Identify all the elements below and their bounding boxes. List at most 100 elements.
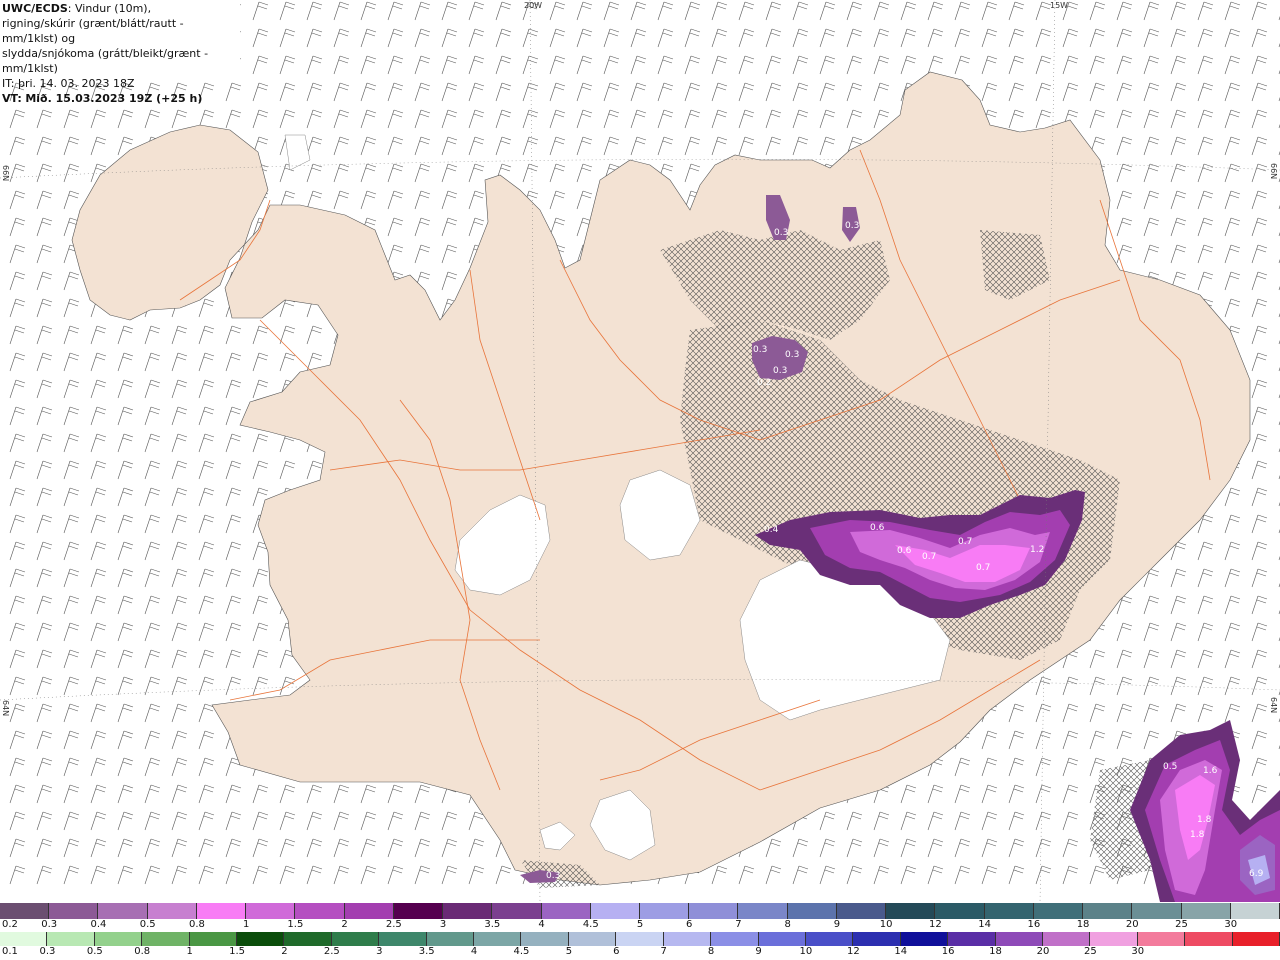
legend-swatch (379, 932, 427, 946)
legend-swatch (1230, 903, 1280, 919)
lat-label-66n-left: 66N (1, 165, 10, 182)
precip-value: 0.5 (1163, 762, 1177, 772)
legend-swatch (900, 932, 949, 946)
legend-swatch (738, 903, 788, 919)
precip-value: 0.3 (773, 366, 787, 376)
init-time: IT: þri. 14. 03. 2023 18Z (2, 77, 135, 90)
legend-swatch (1042, 932, 1091, 946)
rain-legend-labels: 0.1 0.3 0.5 0.8 1 1.5 2 2.5 3 3.5 4 4.5 5 6 7 8 9 10 12 14 1… (0, 946, 1280, 958)
legend-label: 3 (376, 946, 383, 957)
legend-label: 8 (707, 946, 715, 957)
precip-value: 0.6 (897, 546, 912, 556)
legend-swatch (1083, 903, 1133, 919)
legend-swatch (711, 932, 759, 946)
legend-label: 1.5 (229, 946, 245, 957)
legend-label: 3 (439, 919, 447, 930)
legend-swatch (426, 932, 475, 946)
precip-value: 0.7 (958, 537, 972, 547)
legend-swatch (995, 932, 1043, 946)
legend-label: 4 (470, 946, 478, 957)
precip-value: 0.7 (976, 563, 990, 573)
legend-label: 18 (989, 946, 1002, 957)
legend-swatch (344, 903, 394, 919)
info-line-title: UWC/ECDS: Vindur (10m), (2, 1, 238, 16)
legend-label: 2 (341, 919, 348, 930)
legend-swatch (935, 903, 985, 919)
legend-swatch (49, 903, 99, 919)
legend-swatch (147, 903, 197, 919)
legend-swatch (1132, 903, 1182, 919)
legend-label: 10 (799, 946, 813, 957)
precip-value: 0.3 (753, 345, 767, 355)
precip-value: 1.8 (1190, 830, 1205, 840)
legend-swatch (196, 903, 247, 919)
legend-swatch (640, 903, 690, 919)
snow-legend-bar (0, 903, 1280, 919)
legend-swatch (689, 903, 739, 919)
legend-label: 1 (242, 919, 250, 930)
legend-swatch (246, 903, 296, 919)
legend-label: 12 (846, 946, 860, 957)
legend-swatch (1137, 932, 1186, 946)
legend-label: 9 (755, 946, 762, 957)
precip-value: 0.3 (546, 871, 560, 881)
legend-label: 3.5 (418, 946, 435, 957)
legend-label: 5 (565, 946, 573, 957)
legend-swatch (590, 903, 640, 919)
title-suffix: : Vindur (10m), (67, 2, 152, 15)
rain-legend-bar (0, 932, 1280, 946)
legend-label: 25 (1083, 946, 1097, 957)
legend-label: 0.2 (2, 919, 18, 930)
precip-value: 0.6 (870, 523, 885, 533)
legend-label: 8 (784, 919, 791, 930)
legend-label: 2.5 (385, 919, 402, 930)
legend-swatch (142, 932, 190, 946)
legend-swatch (948, 932, 996, 946)
weather-map: 0.3 0.3 0.3 0.3 0.3 0.2 0.4 0.6 0.6 0.7 … (0, 0, 1280, 902)
legend-label: 10 (879, 919, 893, 930)
legend-label: 4.5 (582, 919, 599, 930)
precip-value: 0.4 (764, 525, 779, 535)
precip-value: 1.2 (1030, 545, 1044, 555)
precip-value: 0.3 (774, 228, 788, 238)
legend-label: 5 (636, 919, 644, 930)
legend-swatch (474, 932, 522, 946)
legend-label: 1.5 (287, 919, 304, 930)
legend-swatch (189, 932, 238, 946)
legend-label: 0.4 (90, 919, 107, 930)
legend-label: 1 (186, 946, 193, 957)
legend-label: 14 (978, 919, 991, 930)
precip-value: 6.9 (1249, 869, 1264, 879)
legend-label: 20 (1125, 919, 1139, 930)
valid-time-line: VT: Mið. 15.03.2023 19Z (+25 h) (2, 91, 238, 106)
legend-swatch (1185, 932, 1233, 946)
legend-label: 0.8 (188, 919, 205, 930)
legend-swatch (853, 932, 901, 946)
legend-label: 25 (1175, 919, 1188, 930)
snow-legend-labels: 0.2 0.3 0.4 0.5 0.8 1 1.5 2 2.5 3 3.5 4 4.5 5 6 7 8 9 10 12… (0, 919, 1280, 931)
legend-swatch (98, 903, 148, 919)
lat-label-64n-right: 64N (1269, 697, 1278, 714)
lat-label-66n-right: 66N (1269, 163, 1278, 180)
lon-label-20w: 20W (524, 1, 543, 10)
legend-swatch (393, 903, 444, 919)
legend-label: 30 (1224, 919, 1238, 930)
legend-label: 0.1 (2, 946, 18, 957)
legend-swatch (295, 903, 345, 919)
legend-label: 18 (1076, 919, 1090, 930)
legend-swatch (541, 903, 591, 919)
lon-label-15w: 15W (1050, 1, 1069, 10)
legend-label: 14 (894, 946, 908, 957)
precip-value: 0.3 (785, 350, 799, 360)
legend-swatch (492, 903, 542, 919)
map-info-box: UWC/ECDS: Vindur (10m), rigning/skúrir (… (0, 0, 240, 105)
valid-time: Mið. 15.03.2023 19Z (+25 h) (25, 92, 203, 105)
legend-swatch (0, 932, 48, 946)
legend-swatch (805, 932, 854, 946)
legend-swatch (284, 932, 332, 946)
legend-label: 30 (1131, 946, 1145, 957)
info-line-rain: rigning/skúrir (grænt/blátt/rautt - mm/1… (2, 17, 184, 45)
legend-swatch (521, 932, 569, 946)
legend-label: 2 (281, 946, 288, 957)
legend-label: 9 (833, 919, 841, 930)
